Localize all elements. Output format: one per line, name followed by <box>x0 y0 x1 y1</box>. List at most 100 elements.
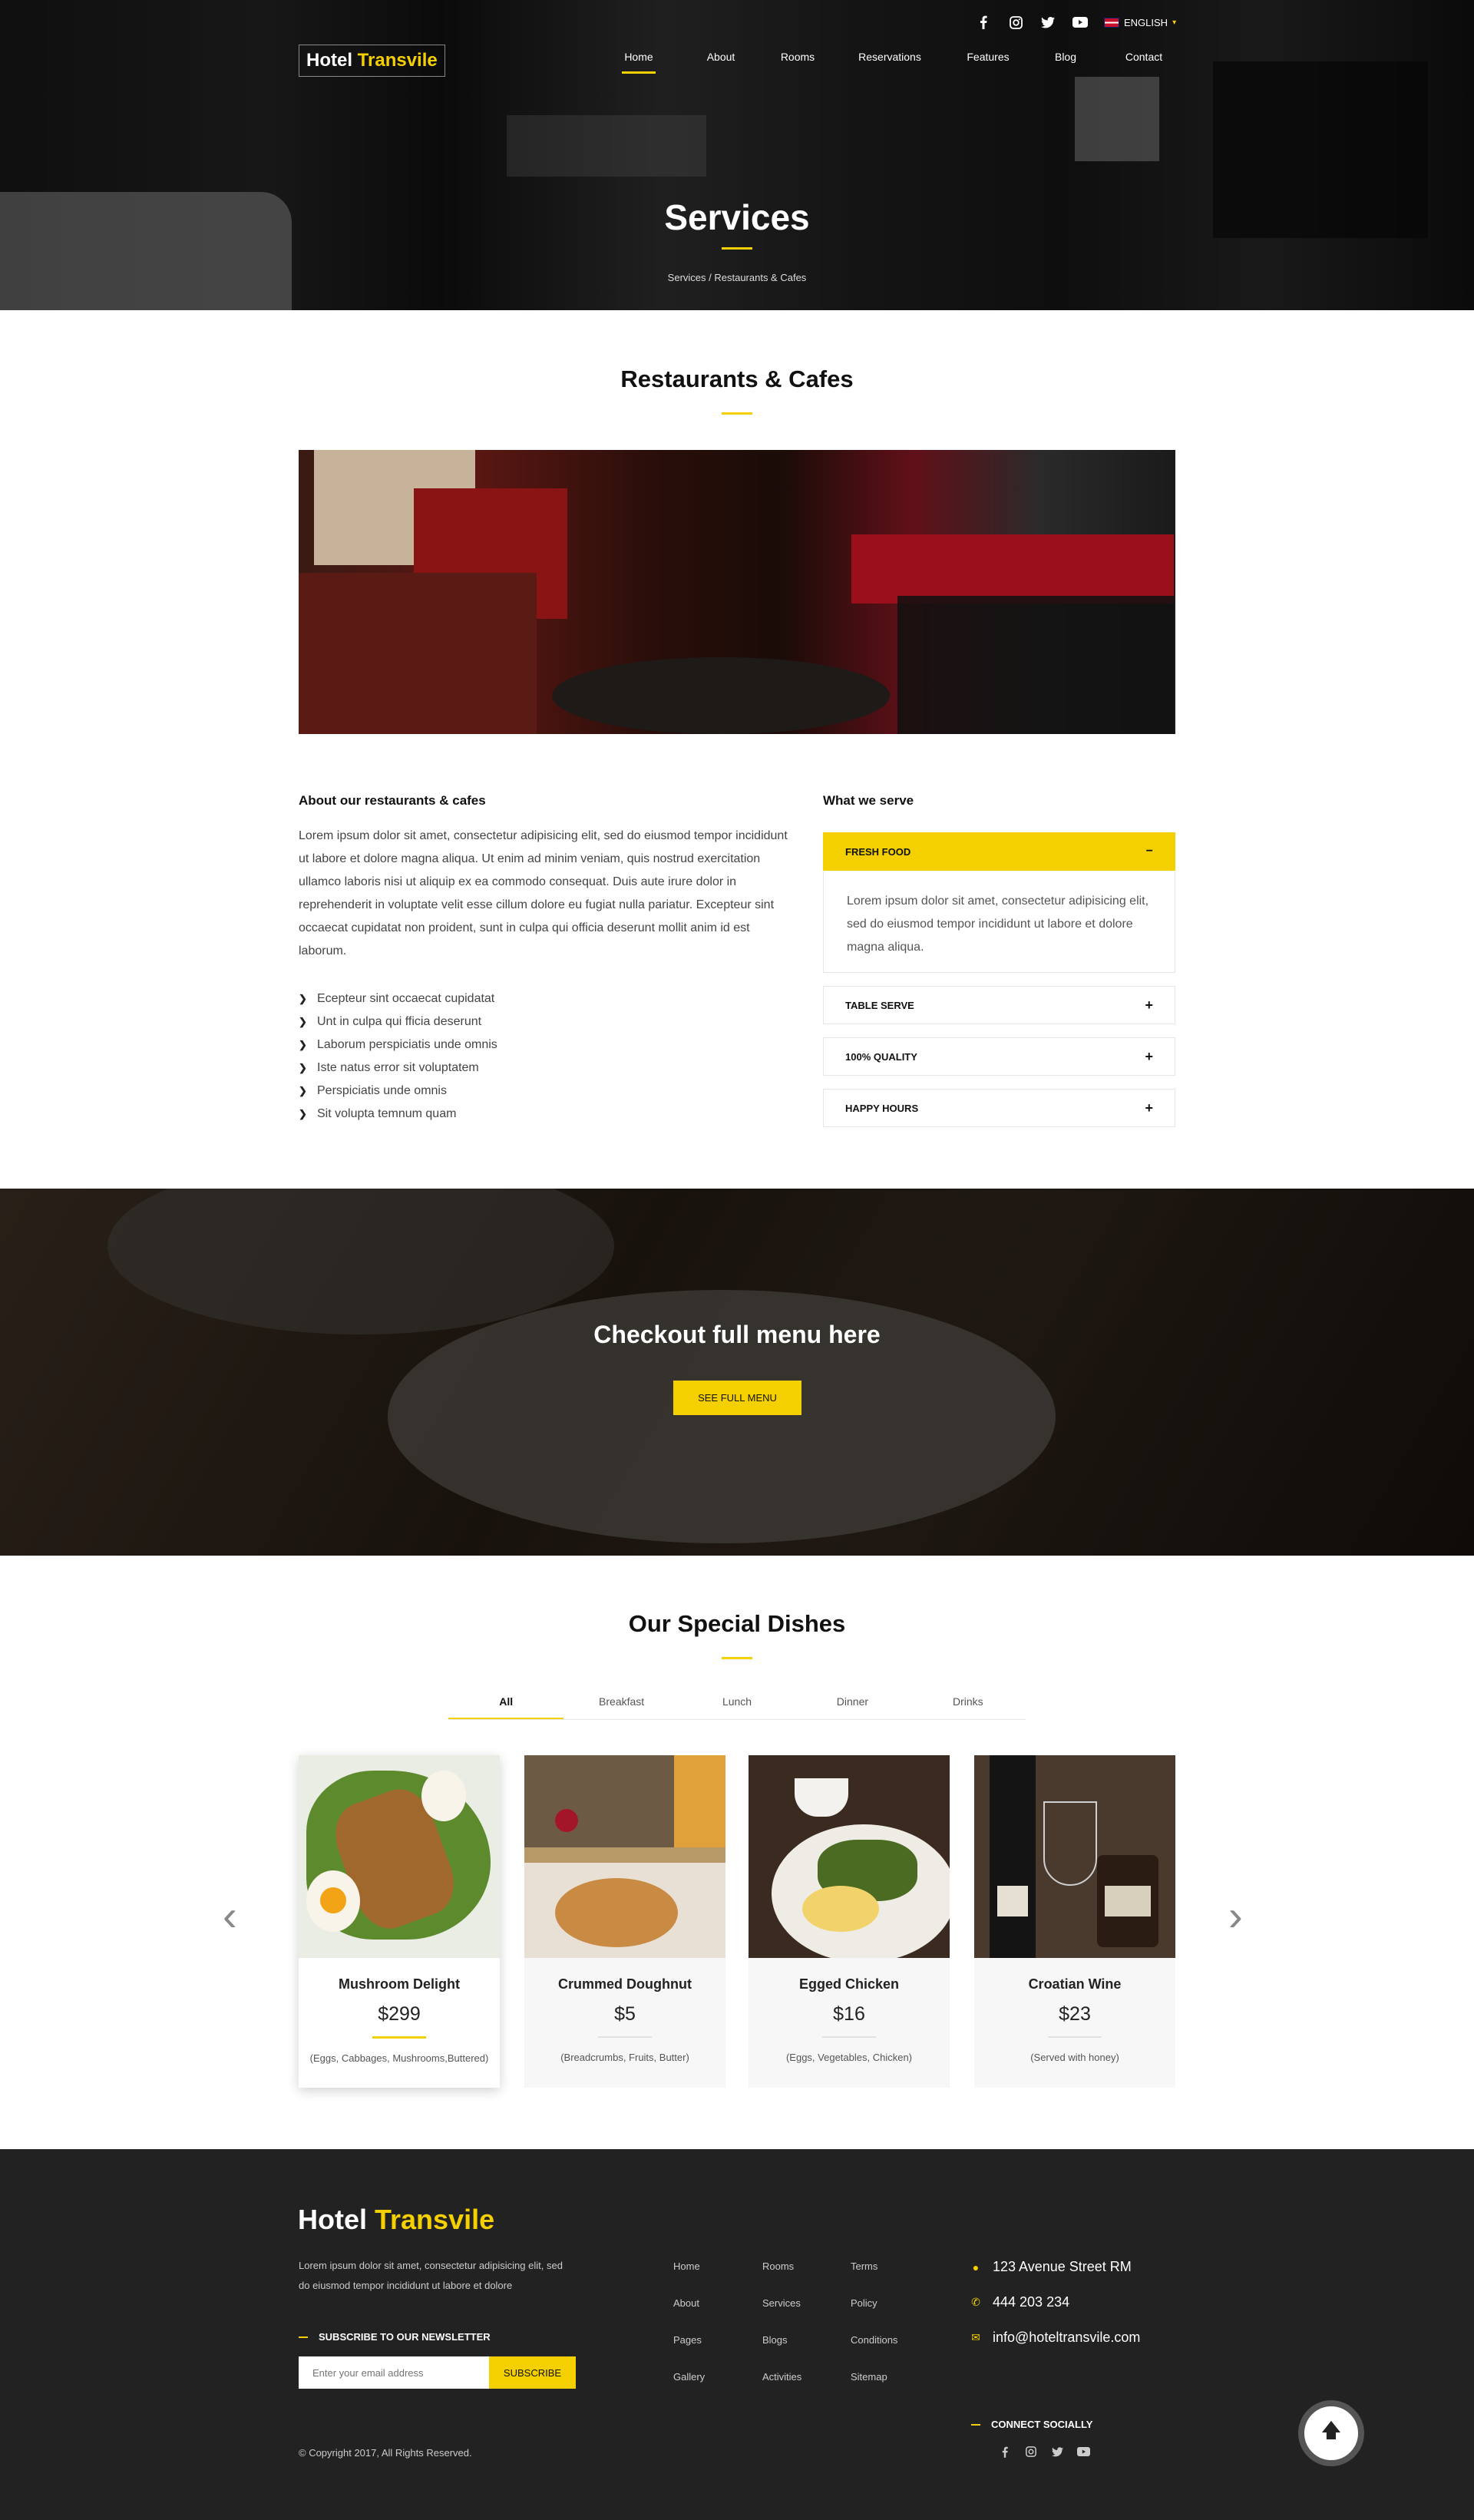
hero-banner <box>0 0 1474 310</box>
price-underline <box>598 2036 652 2038</box>
footer-link-terms[interactable]: Terms <box>851 2259 897 2296</box>
see-full-menu-button[interactable]: SEE FULL MENU <box>673 1381 801 1415</box>
photo-table <box>552 657 890 734</box>
social-label: CONNECT SOCIALLY <box>991 2419 1093 2430</box>
chevron-right-icon: ❯ <box>299 1016 307 1027</box>
footer-link-blogs[interactable]: Blogs <box>762 2333 801 2370</box>
subscribe-button[interactable]: SUBSCRIBE <box>489 2356 576 2389</box>
facebook-icon[interactable] <box>998 2445 1012 2459</box>
dish-name: Egged Chicken <box>798 1976 900 1992</box>
dish-name: Croatian Wine <box>1028 1976 1122 1992</box>
newsletter-label: SUBSCRIBE TO OUR NEWSLETTER <box>319 2331 491 2343</box>
copyright: © Copyright 2017, All Rights Reserved. <box>299 2447 472 2459</box>
site-logo[interactable]: Hotel Transvile <box>299 45 445 77</box>
footer-link-home[interactable]: Home <box>673 2259 705 2296</box>
nav-contact[interactable]: Contact <box>1122 51 1165 63</box>
instagram-icon[interactable] <box>1024 2445 1038 2459</box>
twitter-icon[interactable] <box>1039 14 1056 31</box>
facebook-icon[interactable] <box>975 14 992 31</box>
nav-reservations[interactable]: Reservations <box>855 51 924 63</box>
instagram-icon[interactable] <box>1007 14 1024 31</box>
dish-card[interactable]: Egged Chicken $16 (Eggs, Vegetables, Chi… <box>749 1755 950 2088</box>
footer-link-sitemap[interactable]: Sitemap <box>851 2370 897 2406</box>
arrow-up-icon: 🡅 <box>1320 2419 1342 2442</box>
menu-banner <box>0 1189 1474 1556</box>
dish-card[interactable]: Croatian Wine $23 (Served with honey) <box>974 1755 1175 2088</box>
accordion-label: 100% QUALITY <box>845 1050 917 1063</box>
phone-icon: ✆ <box>971 2296 980 2308</box>
photo-sofa <box>299 573 537 734</box>
section-title-restaurants: Restaurants & Cafes <box>620 365 854 392</box>
dish-price: $23 <box>1059 2003 1091 2025</box>
footer-link-activities[interactable]: Activities <box>762 2370 801 2406</box>
twitter-icon[interactable] <box>1050 2445 1064 2459</box>
accordion-happy-hours[interactable]: HAPPY HOURS + <box>823 1089 1175 1127</box>
dish-image <box>974 1755 1175 1958</box>
plus-icon: + <box>1145 1048 1153 1064</box>
scroll-to-top-button[interactable]: 🡅 <box>1298 2400 1364 2466</box>
footer-link-rooms[interactable]: Rooms <box>762 2259 801 2296</box>
footer-link-pages[interactable]: Pages <box>673 2333 705 2370</box>
logo-part1: Hotel <box>298 2204 367 2235</box>
footer-link-services[interactable]: Services <box>762 2296 801 2333</box>
nav-home[interactable]: Home <box>622 51 656 74</box>
list-item: ❯ Laborum perspiciatis unde omnis <box>299 1038 497 1051</box>
list-item: ❯ Perspiciatis unde omnis <box>299 1084 447 1097</box>
section-underline <box>722 1657 752 1659</box>
chevron-right-icon: ❯ <box>299 1085 307 1096</box>
dish-name: Crummed Doughnut <box>558 1976 692 1992</box>
carousel-next-arrow[interactable]: › <box>1228 1894 1243 1937</box>
contact-email[interactable]: ✉ info@hoteltransvile.com <box>971 2330 1140 2346</box>
chevron-right-icon: ❯ <box>299 1039 307 1050</box>
social-heading: CONNECT SOCIALLY <box>971 2419 1092 2430</box>
newsletter-heading: SUBSCRIBE TO OUR NEWSLETTER <box>299 2331 491 2343</box>
chevron-right-icon: ❯ <box>299 993 307 1004</box>
tab-dinner[interactable]: Dinner <box>795 1684 910 1719</box>
dish-price: $5 <box>614 2003 636 2025</box>
phone-text: 444 203 234 <box>993 2294 1070 2310</box>
dish-card[interactable]: Crummed Doughnut $5 (Breadcrumbs, Fruits… <box>524 1755 725 2088</box>
footer-link-gallery[interactable]: Gallery <box>673 2370 705 2406</box>
footer-logo[interactable]: Hotel Transvile <box>298 2204 494 2236</box>
tab-drinks[interactable]: Drinks <box>911 1684 1026 1719</box>
price-underline <box>1048 2036 1102 2038</box>
youtube-icon[interactable] <box>1076 2445 1090 2459</box>
uk-flag-icon <box>1104 17 1119 28</box>
dish-price: $299 <box>378 2003 421 2025</box>
dish-card[interactable]: Mushroom Delight $299 (Eggs, Cabbages, M… <box>299 1755 500 2088</box>
plus-icon: + <box>1145 1100 1153 1116</box>
chevron-down-icon: ▾ <box>1172 18 1177 27</box>
tab-breakfast[interactable]: Breakfast <box>563 1684 679 1719</box>
feature-list: ❯ Ecepteur sint occaecat cupidatat ❯ Unt i… <box>299 987 497 1126</box>
footer-link-about[interactable]: About <box>673 2296 705 2333</box>
newsletter-email-input[interactable] <box>299 2356 489 2389</box>
language-selector[interactable]: ENGLISH ▾ <box>1104 17 1176 28</box>
envelope-icon: ✉ <box>971 2331 980 2343</box>
carousel-prev-arrow[interactable]: ‹ <box>223 1894 237 1937</box>
footer-link-policy[interactable]: Policy <box>851 2296 897 2333</box>
dish-image <box>524 1755 725 1958</box>
map-pin-icon: ● <box>972 2260 980 2274</box>
contact-phone[interactable]: ✆ 444 203 234 <box>971 2294 1069 2310</box>
footer-text: Lorem ipsum dolor sit amet, consectetur … <box>299 2260 563 2291</box>
nav-features[interactable]: Features <box>964 51 1012 63</box>
serve-heading: What we serve <box>823 793 914 808</box>
youtube-icon[interactable] <box>1072 14 1089 31</box>
language-label: ENGLISH <box>1124 16 1168 28</box>
nav-rooms[interactable]: Rooms <box>779 51 816 63</box>
main-nav: Home About Rooms Reservations Features B… <box>608 51 1165 74</box>
logo-part2: Transvile <box>375 2204 495 2235</box>
about-heading: About our restaurants & cafes <box>299 793 486 808</box>
chevron-right-icon: ❯ <box>299 1062 307 1073</box>
accordion-fresh-food[interactable]: FRESH FOOD − <box>823 832 1175 871</box>
dish-description: (Served with honey) <box>1030 2052 1119 2063</box>
accordion-table-serve[interactable]: TABLE SERVE + <box>823 986 1175 1024</box>
footer-link-conditions[interactable]: Conditions <box>851 2333 897 2370</box>
accordion-quality[interactable]: 100% QUALITY + <box>823 1037 1175 1076</box>
footer-links-col3: Terms Policy Conditions Sitemap <box>851 2259 897 2406</box>
banner-title: Checkout full menu here <box>593 1321 881 1348</box>
nav-blog[interactable]: Blog <box>1053 51 1078 63</box>
tab-lunch[interactable]: Lunch <box>679 1684 795 1719</box>
nav-about[interactable]: About <box>704 51 738 63</box>
tab-all[interactable]: All <box>448 1684 564 1719</box>
